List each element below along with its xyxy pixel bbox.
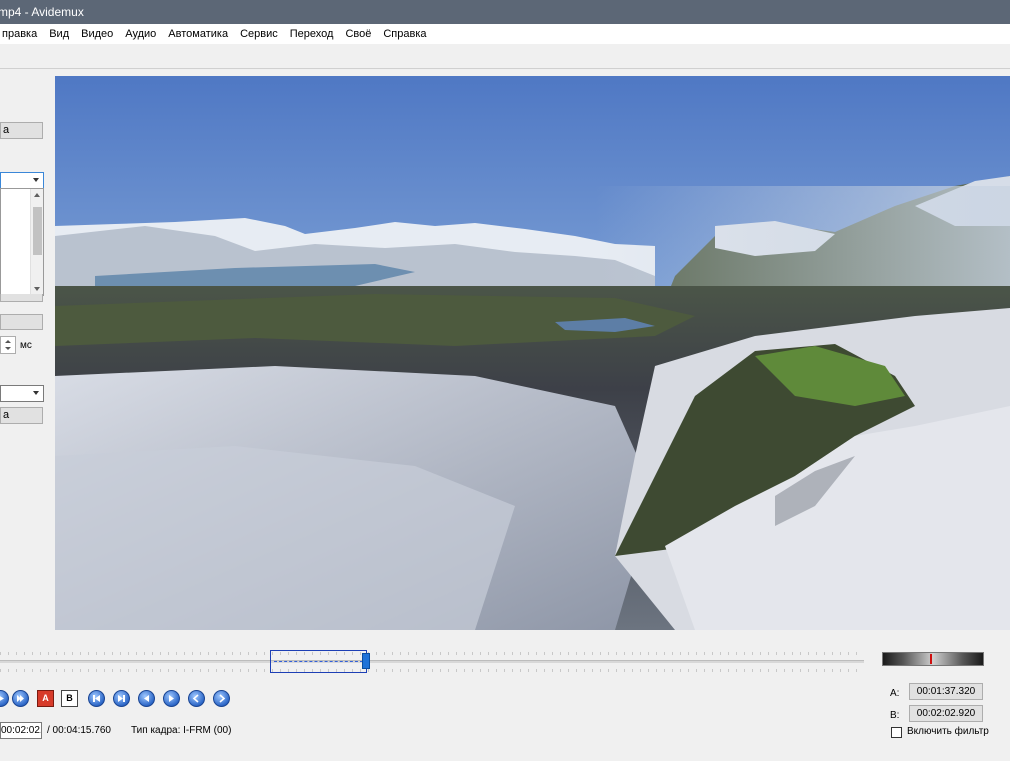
marker-a-time[interactable]: 00:01:37.320 (909, 683, 983, 700)
left-panel: а мс а (0, 69, 52, 634)
ab-selection-region (270, 650, 367, 673)
menu-video[interactable]: Видео (75, 24, 119, 44)
menu-custom[interactable]: Своё (339, 24, 377, 44)
selection-dash (274, 661, 363, 662)
timeline-seekbar[interactable] (0, 648, 866, 674)
frame-type-label: Тип кадра: I-FRM (00) (131, 725, 232, 736)
video-configure-button[interactable]: а (0, 122, 43, 139)
scroll-down-icon[interactable] (34, 287, 40, 291)
menu-tools[interactable]: Сервис (234, 24, 284, 44)
prev-black-frame-icon[interactable] (138, 690, 155, 707)
marker-a-label: A: (890, 688, 900, 699)
prev-keyframe-icon[interactable] (88, 690, 105, 707)
marker-b-label: B: (890, 710, 900, 721)
menu-audio[interactable]: Аудио (119, 24, 162, 44)
menu-go[interactable]: Переход (284, 24, 340, 44)
current-time-field[interactable]: 00:02:02.920 (0, 722, 42, 739)
goto-marker-a-icon[interactable] (188, 690, 205, 707)
video-codec-select[interactable] (0, 172, 44, 189)
stepper-down-icon[interactable] (5, 347, 11, 350)
marker-b-time[interactable]: 00:02:02.920 (909, 705, 983, 722)
audio-configure-button[interactable] (0, 314, 43, 330)
chevron-down-icon (33, 391, 39, 395)
total-duration: / 00:04:15.760 (47, 725, 111, 736)
menu-edit[interactable]: правка (0, 24, 43, 44)
timeline-track[interactable] (0, 660, 864, 663)
enable-filter-label[interactable]: Включить фильтр (907, 726, 989, 737)
codec-dropdown-list[interactable] (0, 188, 44, 296)
video-filters-button[interactable] (0, 294, 43, 302)
next-keyframe-icon[interactable] (113, 690, 130, 707)
play-icon[interactable] (0, 690, 9, 707)
stepper-up-icon[interactable] (5, 340, 11, 343)
dropdown-scrollbar[interactable] (30, 189, 43, 295)
chevron-down-icon (33, 178, 39, 182)
timeline-ticks-bottom (0, 669, 864, 672)
next-frame-icon[interactable] (12, 690, 29, 707)
scroll-thumb[interactable] (33, 207, 42, 255)
format-configure-button[interactable]: а (0, 407, 43, 424)
set-marker-b-icon[interactable]: B (61, 690, 78, 707)
menu-help[interactable]: Справка (377, 24, 432, 44)
ms-unit-label: мс (20, 340, 32, 351)
goto-marker-b-icon[interactable] (213, 690, 230, 707)
video-preview (55, 76, 1010, 630)
window-title: mp4 - Avidemux (0, 5, 84, 19)
timeline-ticks-top (0, 652, 864, 655)
volume-needle (930, 654, 932, 664)
window-titlebar: mp4 - Avidemux (0, 0, 1010, 24)
next-black-frame-icon[interactable] (163, 690, 180, 707)
menu-view[interactable]: Вид (43, 24, 75, 44)
landscape-frame-image (55, 76, 1010, 630)
toolbar (0, 44, 1010, 69)
enable-filter-checkbox[interactable] (891, 727, 902, 738)
output-format-select[interactable] (0, 385, 44, 402)
audio-volume-meter (882, 652, 984, 666)
menu-bar: правка Вид Видео Аудио Автоматика Сервис… (0, 24, 1010, 44)
menu-auto[interactable]: Автоматика (162, 24, 234, 44)
shift-ms-stepper[interactable] (0, 336, 16, 354)
set-marker-a-icon[interactable]: A (37, 690, 54, 707)
scroll-up-icon[interactable] (34, 193, 40, 197)
timeline-handle[interactable] (362, 653, 370, 669)
